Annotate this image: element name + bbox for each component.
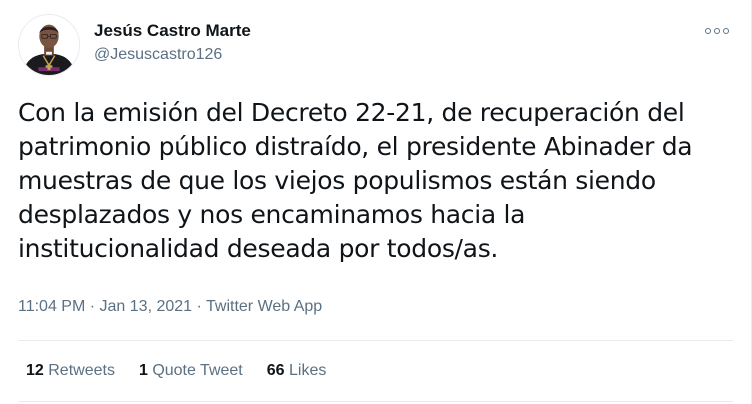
more-icon[interactable] <box>705 24 729 38</box>
retweets-label: Retweets <box>48 362 115 379</box>
retweets-count: 12 <box>26 362 44 379</box>
divider <box>18 340 733 341</box>
meta-separator: · <box>196 298 202 315</box>
author-handle[interactable]: @Jesuscastro126 <box>94 46 222 64</box>
likes-count: 66 <box>266 362 285 379</box>
quote-tweets-label: Quote Tweet <box>152 362 243 379</box>
divider <box>18 401 733 402</box>
retweets-stat[interactable]: 12 Retweets <box>26 362 115 380</box>
tweet-date[interactable]: Jan 13, 2021 <box>100 298 193 315</box>
more-dot <box>705 28 711 34</box>
tweet-meta: 11:04 PM · Jan 13, 2021 · Twitter Web Ap… <box>18 298 322 316</box>
quote-tweets-count: 1 <box>138 362 148 379</box>
more-dot <box>723 28 729 34</box>
likes-stat[interactable]: 66 Likes <box>267 362 327 380</box>
tweet-stats: 12 Retweets 1 Quote Tweet 66 Likes <box>26 362 326 380</box>
tweet-text: Con la emisión del Decreto 22-21, de rec… <box>18 98 693 263</box>
likes-label: Likes <box>289 362 327 379</box>
tweet-time[interactable]: 11:04 PM <box>18 298 85 315</box>
author-display-name[interactable]: Jesús Castro Marte <box>94 21 251 41</box>
meta-separator: · <box>89 298 96 315</box>
avatar-image <box>19 15 79 75</box>
tweet-source[interactable]: Twitter Web App <box>206 298 322 315</box>
quote-tweets-stat[interactable]: 1 Quote Tweet <box>139 362 243 380</box>
avatar[interactable] <box>18 14 80 76</box>
tweet-card: Jesús Castro Marte @Jesuscastro126 Con l… <box>0 0 752 404</box>
more-dot <box>714 28 720 34</box>
